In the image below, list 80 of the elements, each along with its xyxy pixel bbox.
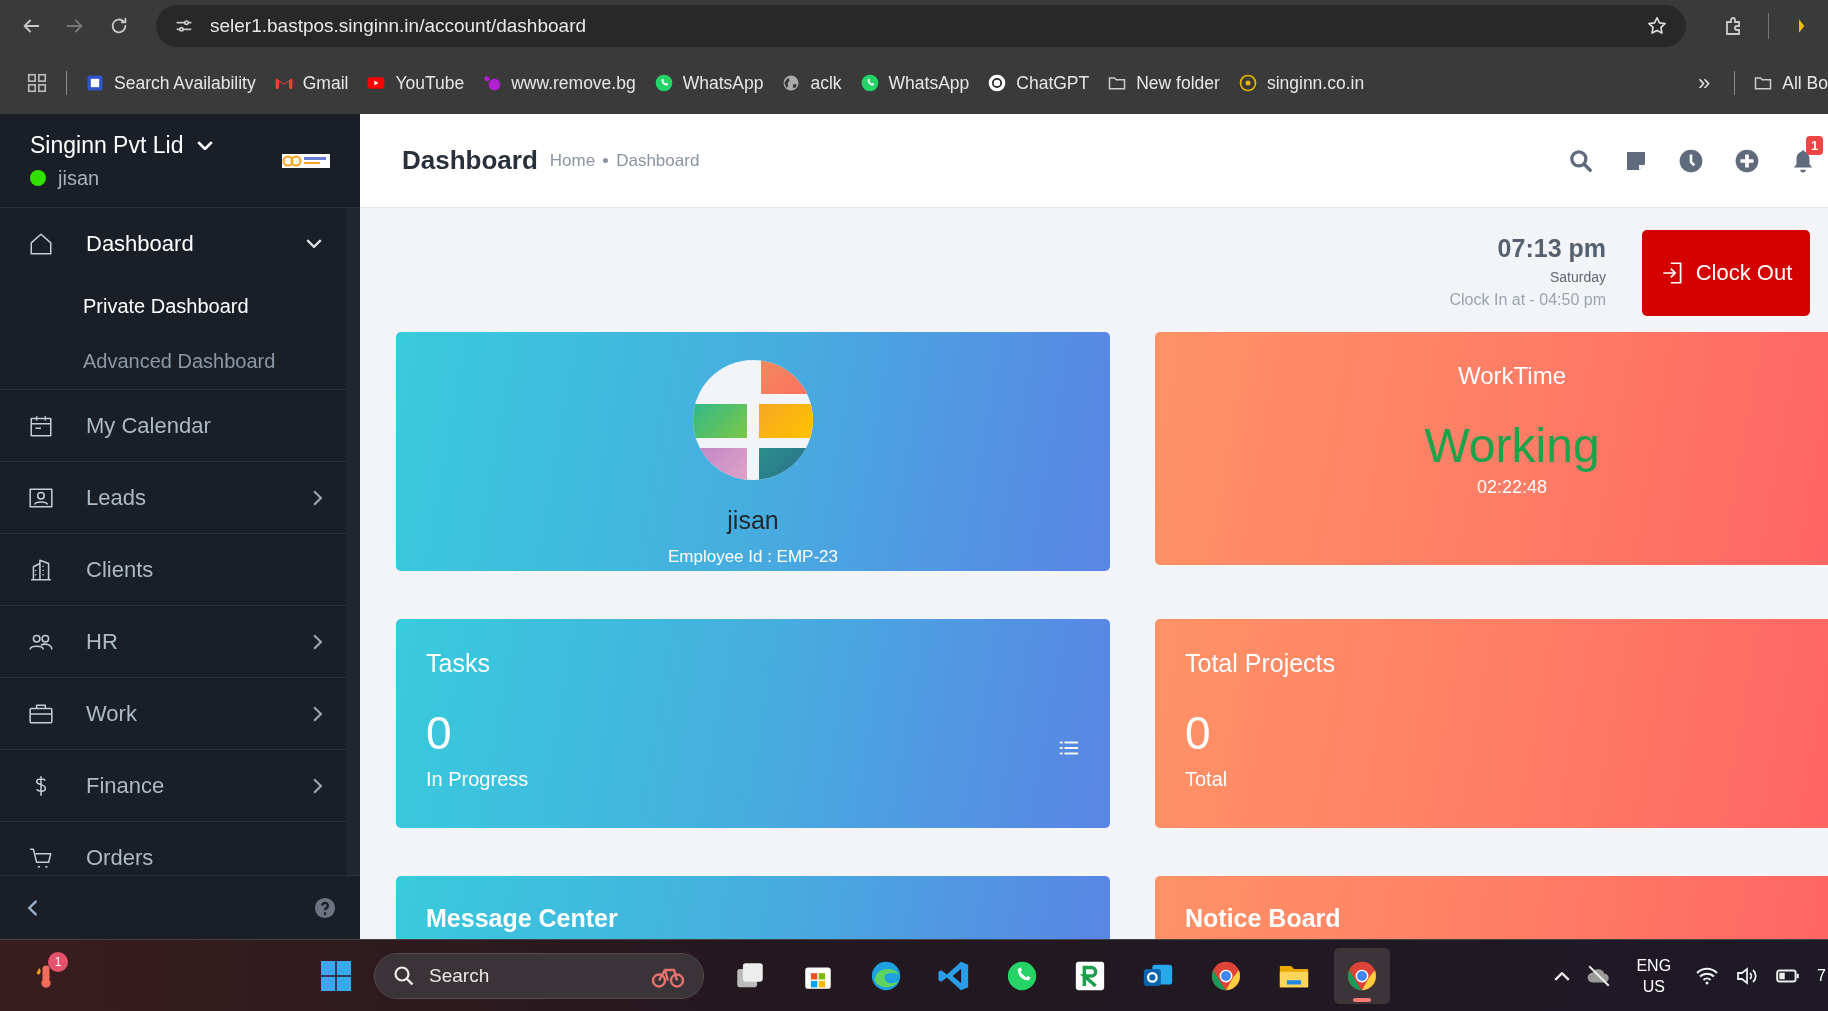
address-bar[interactable]: seler1.bastpos.singinn.in/account/dashboard	[156, 5, 1686, 47]
chevron-right-icon	[313, 489, 322, 506]
current-time: 07:13 pm	[1496, 234, 1606, 263]
taskbar-search-field[interactable]: Search	[374, 953, 704, 999]
bookmarks-overflow-button[interactable]: »	[1692, 70, 1717, 96]
work-status: Working	[1424, 418, 1600, 473]
bookmark[interactable]: aclk	[781, 72, 842, 94]
sidebar-menu-item[interactable]: HR	[0, 606, 346, 677]
sidebar-menu-item[interactable]: My Calendar	[0, 390, 346, 461]
help-icon[interactable]	[314, 896, 336, 919]
bookmark[interactable]: All Bo	[1753, 72, 1828, 94]
sidebar-submenu-item[interactable]: Advanced Dashboard	[0, 334, 346, 389]
chevron-down-icon[interactable]	[197, 140, 214, 150]
bookmark[interactable]: ChatGPT	[987, 72, 1090, 94]
taskbar-app-button[interactable]	[1334, 948, 1390, 1004]
chrome-icon	[1345, 959, 1379, 993]
letter-tile-icon	[1073, 959, 1107, 993]
url-text: seler1.bastpos.singinn.in/account/dashboard	[210, 15, 587, 37]
company-logo	[282, 153, 330, 168]
wave-circle-icon	[869, 959, 903, 993]
blob-icon	[482, 73, 503, 93]
add-circle-icon[interactable]	[1734, 147, 1760, 174]
chevron-right-icon	[313, 777, 322, 794]
card-title: Tasks	[426, 649, 490, 678]
company-name[interactable]: Singinn Pvt Lid	[30, 131, 184, 159]
code-ribbon-icon	[937, 959, 971, 993]
bookmark[interactable]: WhatsApp	[859, 72, 970, 94]
chat-bubble-icon	[653, 73, 674, 93]
sidebar-menu-item[interactable]: Finance	[0, 750, 346, 821]
star-icon[interactable]	[1646, 15, 1668, 37]
sidebar-menu-item[interactable]: Work	[0, 678, 346, 749]
employee-name: jisan	[727, 506, 779, 535]
clock-out-button[interactable]: Clock Out	[1642, 230, 1810, 316]
sidebar-menu-item[interactable]: Orders	[0, 822, 346, 875]
taskbar-clock[interactable]: 7	[1817, 967, 1828, 985]
bookmark[interactable]: www.remove.bg	[482, 72, 636, 94]
search-icon	[392, 964, 416, 988]
sidebar-menu-item[interactable]: Leads	[0, 462, 346, 533]
chrome-icon	[1209, 959, 1243, 993]
card-title: Total Projects	[1185, 649, 1336, 678]
language-indicator[interactable]: ENG US	[1636, 955, 1672, 997]
stat-caption: In Progress	[426, 768, 529, 791]
card-title: Message Center	[426, 904, 619, 933]
breadcrumb-separator	[603, 158, 609, 163]
user-name: jisan	[58, 166, 100, 190]
sidebar-submenu-item[interactable]: Private Dashboard	[0, 279, 346, 334]
current-day: Saturday	[1449, 269, 1606, 285]
apps-grid-icon[interactable]	[26, 72, 48, 94]
card-title: Notice Board	[1185, 904, 1342, 933]
windows-logo-icon[interactable]	[318, 958, 354, 994]
toolbar-divider	[1768, 13, 1769, 39]
bookmark[interactable]: YouTube	[366, 72, 465, 94]
chevron-right-icon	[313, 705, 322, 722]
chevron-down-icon	[306, 239, 322, 248]
eye-icon	[1237, 73, 1258, 93]
notification-count-badge: 1	[1806, 135, 1824, 155]
bookmark[interactable]: New folder	[1107, 72, 1220, 94]
chevron-right-icon	[313, 633, 322, 650]
chevron-up-icon[interactable]	[1554, 971, 1571, 981]
card-title: WorkTime	[1458, 362, 1566, 390]
bookmark[interactable]: Gmail	[273, 72, 349, 94]
bookmark[interactable]: singinn.co.in	[1237, 72, 1365, 94]
clock-icon[interactable]	[1678, 147, 1704, 174]
badge-icon	[85, 73, 105, 93]
stat-caption: Total	[1185, 768, 1228, 791]
clock-in-time: Clock In at - 04:50 pm	[1449, 291, 1606, 309]
breadcrumb-current: Dashboard	[616, 150, 700, 171]
sidebar-menu-item[interactable]: Clients	[0, 534, 346, 605]
bookmark[interactable]: Search Availability	[85, 72, 256, 94]
chat-bubble-icon	[859, 73, 880, 93]
page-title: Dashboard	[402, 145, 538, 176]
widget-badge: 1	[48, 951, 68, 972]
bookmark[interactable]: WhatsApp	[653, 72, 764, 94]
search-icon[interactable]	[1568, 147, 1594, 174]
chat-bubble-icon	[1005, 959, 1039, 993]
sidebar-menu-item[interactable]: Dashboard	[0, 208, 346, 279]
work-duration: 02:22:48	[1476, 477, 1548, 498]
stat-value: 0	[1185, 706, 1211, 760]
stat-value: 0	[426, 706, 452, 760]
employee-id: Employee Id : EMP-23	[667, 547, 839, 567]
